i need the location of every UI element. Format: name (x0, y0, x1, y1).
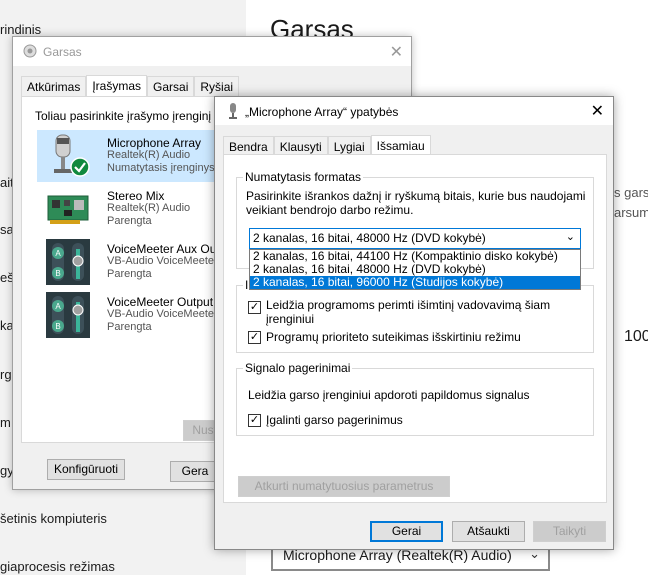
default-format-value: 2 kanalas, 16 bitai, 48000 Hz (DVD kokyb… (253, 231, 486, 245)
format-option[interactable]: 2 kanalas, 16 bitai, 48000 Hz (DVD kokyb… (250, 263, 580, 276)
tab-listen[interactable]: Klausyti (273, 136, 328, 156)
properties-dialog-title: „Microphone Array“ ypatybės (245, 105, 399, 119)
voicemeeter-icon: A B (46, 292, 90, 338)
format-option[interactable]: 2 kanalas, 16 bitai, 44100 Hz (Kompaktin… (250, 250, 580, 263)
default-format-options: 2 kanalas, 16 bitai, 44100 Hz (Kompaktin… (249, 249, 581, 290)
signal-enhancements-description: Leidžia garso įrenginiui apdoroti papild… (248, 388, 530, 402)
device-status: Parengta (107, 215, 152, 227)
sound-dialog-titlebar: Garsas ✕ (13, 37, 411, 66)
settings-text: s gars (614, 185, 648, 200)
device-driver: Realtek(R) Audio (107, 149, 191, 161)
svg-text:B: B (55, 322, 60, 331)
tab-general[interactable]: Bendra (223, 136, 274, 156)
restore-defaults-button[interactable]: Atkurti numatytuosius parametrus (238, 476, 450, 497)
device-name: VoiceMeeter Output (107, 295, 214, 309)
exclusive-control-checkbox[interactable]: ✓ (248, 301, 261, 314)
sound-ok-button[interactable]: Gera (170, 461, 220, 482)
svg-text:B: B (55, 269, 60, 278)
svg-text:A: A (55, 302, 61, 311)
sidebar-item-mode[interactable]: giaprocesis režimas (0, 559, 115, 574)
device-name: VoiceMeeter Aux Outp (107, 242, 227, 256)
tab-sounds[interactable]: Garsai (147, 76, 195, 96)
microphone-icon (229, 103, 237, 119)
ok-button[interactable]: Gerai (370, 521, 443, 542)
sidebar-item[interactable]: m (0, 415, 11, 430)
voicemeeter-icon: A B (46, 239, 90, 285)
sound-card-icon (47, 195, 89, 224)
recording-instruction: Toliau pasirinkite įrašymo įrenginį r (35, 109, 219, 123)
device-name: Stereo Mix (107, 189, 165, 203)
settings-text: arsum (614, 205, 648, 220)
exclusive-priority-checkbox[interactable]: ✓ (248, 331, 261, 344)
close-icon[interactable]: ✕ (390, 42, 403, 62)
cancel-button[interactable]: Atšaukti (452, 521, 525, 542)
device-driver: Realtek(R) Audio (107, 202, 191, 214)
device-status: Parengta (107, 268, 152, 280)
enable-enhancements-label: Įgalinti garso pagerinimus (266, 413, 403, 427)
enable-enhancements-checkbox[interactable]: ✓ (248, 414, 261, 427)
exclusive-control-label: Leidžia programoms perimti išimtinį vado… (266, 298, 551, 326)
exclusive-priority-label: Programų prioriteto suteikimas išskirtin… (266, 330, 521, 344)
device-driver: VB-Audio VoiceMeeter (107, 255, 218, 267)
default-format-select[interactable]: 2 kanalas, 16 bitai, 48000 Hz (DVD kokyb… (249, 228, 581, 249)
device-name: Microphone Array (107, 136, 202, 150)
tab-communications[interactable]: Ryšiai (194, 76, 240, 96)
speaker-icon (23, 44, 37, 58)
signal-enhancements-label: Signalo pagerinimai (243, 361, 353, 375)
apply-button[interactable]: Taikyti (533, 521, 606, 542)
device-driver: VB-Audio VoiceMeeter (107, 308, 218, 320)
advanced-panel: Numatytasis formatas Pasirinkite išranko… (223, 154, 607, 503)
sidebar-item[interactable]: rindinis (0, 22, 41, 37)
configure-button[interactable]: Konfigūruoti (47, 459, 125, 480)
format-option-highlighted[interactable]: 2 kanalas, 16 bitai, 96000 Hz (Studijos … (250, 276, 580, 289)
sidebar-item-computer[interactable]: šetinis kompiuteris (0, 511, 107, 526)
volume-value: 100 (624, 328, 648, 345)
tab-playback[interactable]: Atkūrimas (21, 76, 87, 96)
device-status: Parengta (107, 321, 152, 333)
tab-recording[interactable]: Įrašymas (86, 75, 148, 97)
properties-dialog: „Microphone Array“ ypatybės ✕ Bendra Kla… (214, 96, 614, 550)
properties-dialog-titlebar: „Microphone Array“ ypatybės ✕ (215, 97, 613, 125)
sound-dialog-title: Garsas (43, 45, 82, 59)
svg-text:A: A (55, 249, 61, 258)
chevron-down-icon: ⌄ (565, 231, 575, 243)
tab-levels[interactable]: Lygiai (327, 136, 371, 156)
properties-tabs: Bendra Klausyti Lygiai Išsamiau (223, 135, 431, 157)
default-format-description: Pasirinkite išrankos dažnį ir ryškumą bi… (246, 189, 586, 217)
microphone-icon (54, 134, 90, 177)
default-format-label: Numatytasis formatas (243, 170, 364, 184)
sound-dialog-tabs: Atkūrimas Įrašymas Garsai Ryšiai (21, 75, 240, 97)
close-icon[interactable]: ✕ (591, 101, 604, 121)
device-status: Numatytasis įrenginys (107, 162, 215, 174)
